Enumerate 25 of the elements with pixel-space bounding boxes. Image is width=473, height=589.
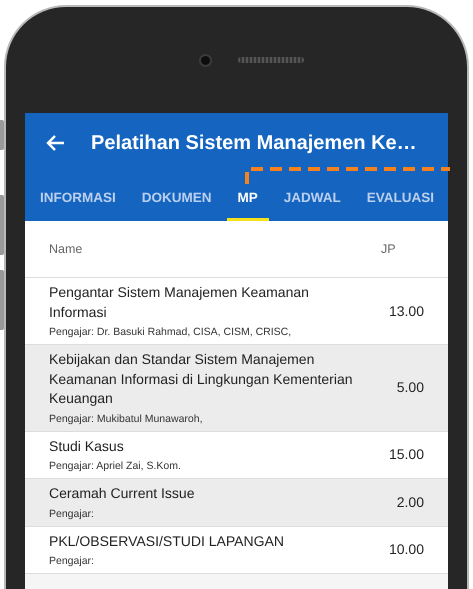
teacher-text: Pengajar: Mukibatul Munawaroh,	[49, 412, 204, 424]
back-arrow-icon[interactable]	[45, 134, 65, 152]
jp-value: 15.00	[388, 446, 424, 462]
subject-name: PKL/OBSERVASI/STUDI LAPANGAN	[49, 532, 285, 550]
teacher-text: Pengajar: Dr. Basuki Rahmad, CISA, CISM, CRISC,	[49, 326, 292, 338]
tab[interactable]: JADWAL	[272, 173, 352, 221]
tab[interactable]: DOKUMEN	[130, 173, 222, 221]
tab[interactable]: EVALUASI	[356, 173, 446, 221]
subject-name: Pengantar Sistem Manajemen Keamanan Informasi	[49, 283, 310, 322]
column-header: JP	[381, 242, 397, 256]
teacher-text: Pengajar:	[49, 508, 95, 520]
jp-value: 13.00	[388, 302, 424, 318]
column-header: Name	[49, 242, 84, 256]
jp-value: 5.00	[396, 379, 424, 396]
jp-value: 2.00	[396, 494, 424, 510]
page-title: Pelatihan Sistem Manajemen Ke…	[91, 132, 417, 154]
tab[interactable]: INFORMASI	[29, 173, 127, 221]
teacher-text: Pengajar: Apriel Zai, S.Kom.	[49, 460, 182, 472]
jp-value: 10.00	[388, 541, 424, 558]
speaker-grille	[238, 57, 304, 63]
subject-name: Ceramah Current Issue	[49, 484, 196, 503]
subject-name: Kebijakan dan Standar Sistem Manajemen Keamanan Informasi di Lingkungan Kementerian Keuangan	[49, 350, 354, 408]
camera-icon	[199, 54, 212, 66]
teacher-text: Pengajar:	[49, 555, 95, 567]
subject-name: Studi Kasus	[49, 436, 125, 456]
